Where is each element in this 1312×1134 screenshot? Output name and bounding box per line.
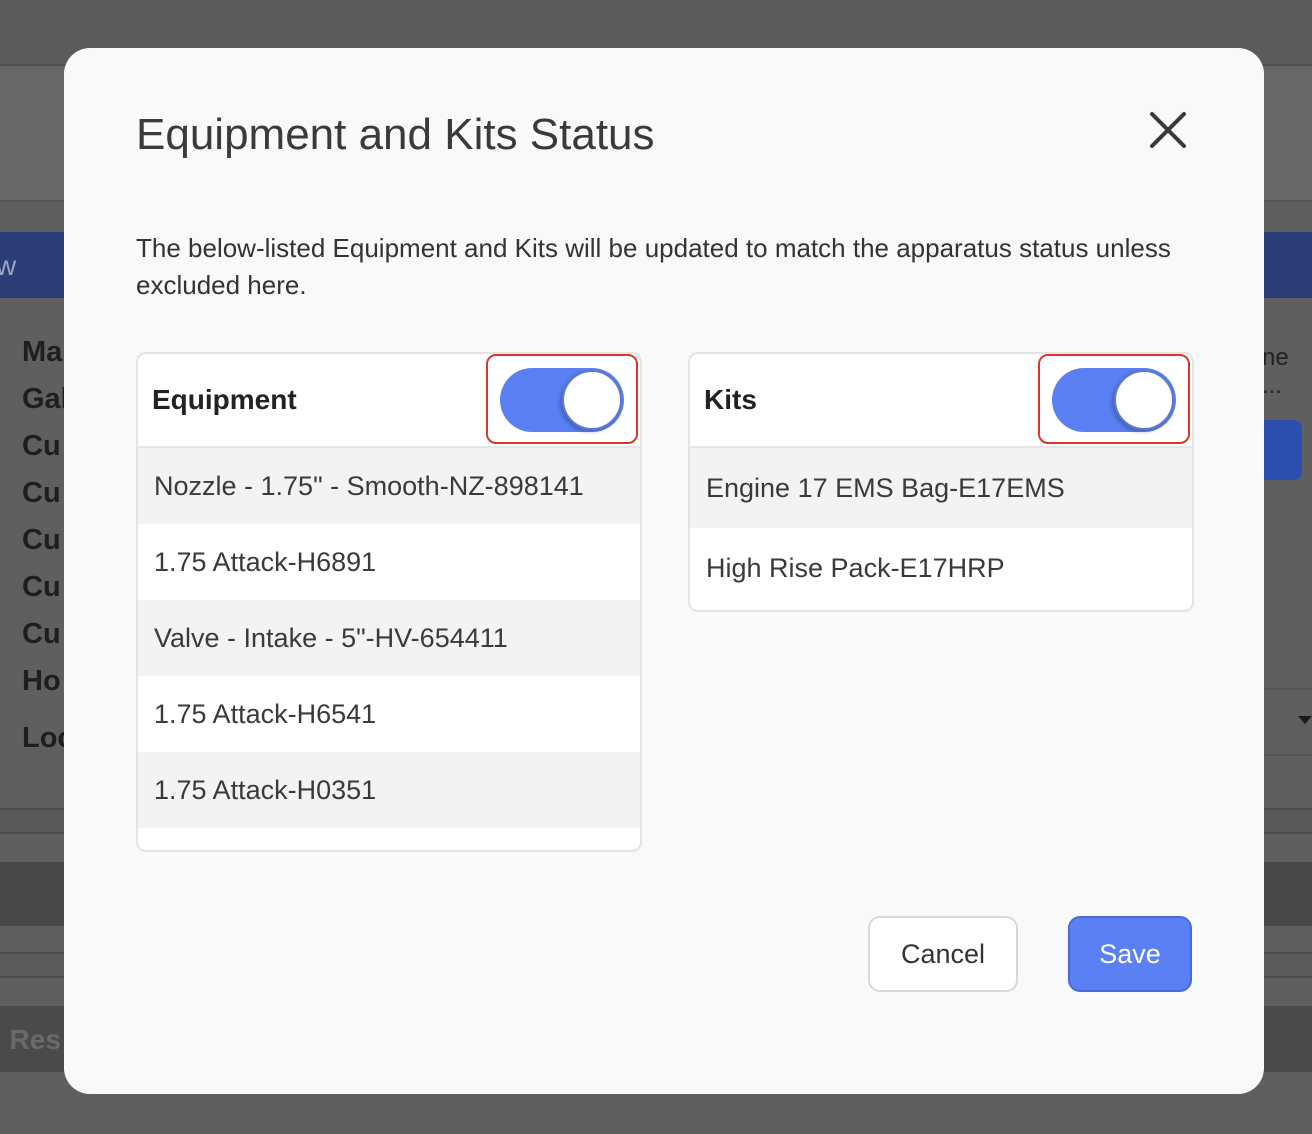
equipment-title: Equipment: [152, 384, 297, 415]
toggle-knob: [1114, 370, 1174, 430]
background-section-header-text: w: [0, 250, 17, 281]
kits-toggle[interactable]: [1052, 368, 1176, 432]
equipment-card-header: Equipment: [138, 354, 640, 448]
equipment-list-item: 1.75 Attack-H0351: [138, 752, 640, 828]
equipment-list-item: Valve - Intake - 5"-HV-654411: [138, 600, 640, 676]
background-field-label: Gal: [22, 383, 69, 415]
modal-title: Equipment and Kits Status: [136, 110, 655, 159]
kits-list-item: Engine 17 EMS Bag-E17EMS: [690, 448, 1192, 528]
cancel-button[interactable]: Cancel: [868, 916, 1018, 992]
kits-list-item: High Rise Pack-E17HRP: [706, 552, 1005, 583]
kits-title: Kits: [704, 384, 757, 415]
background-section-bar-text: l Res: [0, 1024, 61, 1055]
background-field-label: Cu: [22, 430, 61, 462]
background-field-label: Cu: [22, 524, 61, 556]
background-field-label: Cu: [22, 618, 61, 650]
equipment-list-item: 1.75 Attack-H6541: [154, 698, 377, 729]
status-modal: Equipment and Kits Status The below-list…: [64, 48, 1264, 1094]
save-button[interactable]: Save: [1068, 916, 1192, 992]
equipment-card: Equipment Nozzle - 1.75" - Smooth-NZ-898…: [136, 352, 642, 852]
background-field-label: Cu: [22, 477, 61, 509]
kits-card: Kits Engine 17 EMS Bag-E17EMS High Rise …: [688, 352, 1194, 612]
background-field-label: Cu: [22, 571, 61, 603]
kits-toggle-highlight: [1038, 354, 1190, 444]
background-field-label: Ma: [22, 336, 63, 368]
background-field-label: Ho: [22, 665, 61, 697]
equipment-list-item: 1.75 Attack-H6891: [154, 546, 377, 577]
close-icon: [1150, 112, 1186, 148]
toggle-knob: [562, 370, 622, 430]
modal-description: The below-listed Equipment and Kits will…: [136, 233, 1171, 300]
chevron-down-icon: [1298, 716, 1312, 724]
kits-card-header: Kits: [690, 354, 1192, 448]
close-button[interactable]: [1146, 108, 1190, 152]
background-right-text: ne ...: [1262, 344, 1289, 399]
equipment-toggle[interactable]: [500, 368, 624, 432]
equipment-toggle-highlight: [486, 354, 638, 444]
equipment-list-item: Nozzle - 1.75" - Smooth-NZ-898141: [138, 448, 640, 524]
